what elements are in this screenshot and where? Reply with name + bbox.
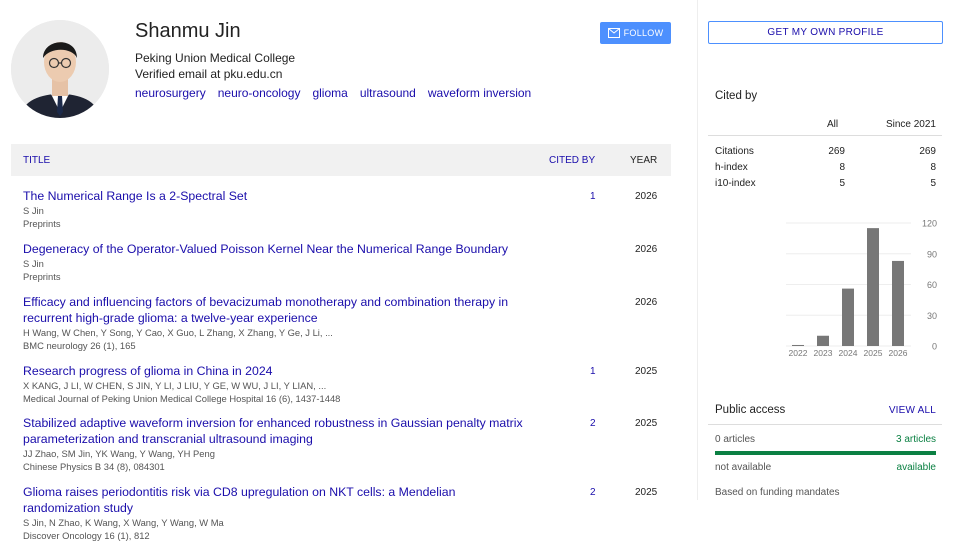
chart-bar-2022[interactable] xyxy=(792,344,804,346)
interest-link[interactable]: glioma xyxy=(312,86,347,100)
article-venue: Medical Journal of Peking Union Medical … xyxy=(23,393,341,404)
follow-button[interactable]: FOLLOW xyxy=(600,22,671,44)
chart-bar-2024[interactable] xyxy=(842,288,854,346)
profile-email: Verified email at pku.edu.cn xyxy=(135,67,283,81)
article-venue: Preprints xyxy=(23,218,61,229)
x-tick-label: 2022 xyxy=(789,348,808,358)
article-authors: S Jin xyxy=(23,258,44,269)
publications-table-header: TITLE CITED BY YEAR xyxy=(11,144,671,176)
interest-link[interactable]: ultrasound xyxy=(360,86,416,100)
article-venue: Preprints xyxy=(23,271,61,282)
interest-link[interactable]: neurosurgery xyxy=(135,86,206,100)
table-row: Stabilized adaptive waveform inversion f… xyxy=(23,415,671,473)
article-venue: Discover Oncology 16 (1), 812 xyxy=(23,530,150,541)
interest-link[interactable]: waveform inversion xyxy=(428,86,531,100)
metric-all: 8 xyxy=(839,162,845,173)
not-available-label: not available xyxy=(715,462,772,473)
article-authors: H Wang, W Chen, Y Song, Y Cao, X Guo, L … xyxy=(23,327,333,338)
public-access-bar xyxy=(715,451,936,455)
available-label: available xyxy=(896,462,936,473)
sort-by-year[interactable]: YEAR xyxy=(630,155,657,166)
cited-count[interactable]: 1 xyxy=(590,191,596,202)
chart-bar-2025[interactable] xyxy=(867,228,879,346)
metric-label: Citations xyxy=(715,146,754,157)
table-row: Efficacy and influencing factors of beva… xyxy=(23,294,671,352)
x-tick-label: 2026 xyxy=(889,348,908,358)
metric-row: h-index 8 8 xyxy=(708,162,942,178)
article-title[interactable]: Efficacy and influencing factors of beva… xyxy=(23,294,523,326)
citations-bar-chart: 120 90 60 30 0 2022 2023 2024 2025 2026 xyxy=(786,219,937,358)
article-year: 2025 xyxy=(635,418,658,429)
y-tick-label: 90 xyxy=(927,249,937,259)
col-since: Since 2021 xyxy=(885,119,936,130)
research-interests: neurosurgery neuro-oncology glioma ultra… xyxy=(135,86,531,100)
sort-by-cited[interactable]: CITED BY xyxy=(549,155,595,166)
article-year: 2025 xyxy=(635,487,658,498)
article-title[interactable]: Stabilized adaptive waveform inversion f… xyxy=(23,415,538,447)
article-authors: X KANG, J LI, W CHEN, S JIN, Y LI, J LIU… xyxy=(23,380,327,391)
follow-label: FOLLOW xyxy=(623,28,664,38)
cited-by-title: Cited by xyxy=(715,90,758,102)
table-row: Degeneracy of the Operator-Valued Poisso… xyxy=(23,241,671,283)
article-year: 2026 xyxy=(635,297,658,308)
cited-count[interactable]: 1 xyxy=(590,366,596,377)
not-available-count[interactable]: 0 articles xyxy=(715,434,755,445)
article-year: 2025 xyxy=(635,366,658,377)
profile-affiliation: Peking Union Medical College xyxy=(135,51,296,65)
y-tick-label: 60 xyxy=(927,280,937,290)
metric-since: 8 xyxy=(930,162,936,173)
table-row: Glioma raises periodontitis risk via CD8… xyxy=(23,484,671,542)
public-access-divider xyxy=(708,424,942,425)
funding-mandates-note: Based on funding mandates xyxy=(715,487,840,498)
public-access-title: Public access xyxy=(715,404,786,416)
cited-by-header: All Since 2021 xyxy=(708,112,942,136)
cited-count[interactable]: 2 xyxy=(590,487,596,498)
available-count[interactable]: 3 articles xyxy=(896,434,936,445)
article-authors: JJ Zhao, SM Jin, YK Wang, Y Wang, YH Pen… xyxy=(23,448,215,459)
cited-count[interactable]: 2 xyxy=(590,418,596,429)
article-venue: BMC neurology 26 (1), 165 xyxy=(23,340,136,351)
article-title[interactable]: Degeneracy of the Operator-Valued Poisso… xyxy=(23,241,583,257)
x-tick-label: 2023 xyxy=(814,348,833,358)
chart-bar-2023[interactable] xyxy=(817,335,829,346)
x-tick-label: 2024 xyxy=(839,348,858,358)
metric-row: Citations 269 269 xyxy=(708,146,942,162)
metric-all: 5 xyxy=(839,178,845,189)
sort-by-title[interactable]: TITLE xyxy=(23,155,50,166)
table-row: Research progress of glioma in China in … xyxy=(23,363,671,405)
metric-label: i10-index xyxy=(715,178,756,189)
article-authors: S Jin, N Zhao, K Wang, X Wang, Y Wang, W… xyxy=(23,517,224,528)
y-tick-label: 30 xyxy=(927,311,937,321)
article-year: 2026 xyxy=(635,191,658,202)
article-title[interactable]: Glioma raises periodontitis risk via CD8… xyxy=(23,484,483,516)
sidebar-divider xyxy=(697,0,698,500)
interest-link[interactable]: neuro-oncology xyxy=(218,86,301,100)
article-venue: Chinese Physics B 34 (8), 084301 xyxy=(23,461,165,472)
profile-name: Shanmu Jin xyxy=(135,20,241,42)
col-all: All xyxy=(827,119,839,130)
y-tick-label: 120 xyxy=(922,219,937,229)
article-title[interactable]: Research progress of glioma in China in … xyxy=(23,363,538,379)
article-authors: S Jin xyxy=(23,205,44,216)
chart-bar-2026[interactable] xyxy=(892,260,904,346)
get-own-profile-button[interactable]: GET MY OWN PROFILE xyxy=(708,21,943,44)
table-row: The Numerical Range Is a 2-Spectral Set … xyxy=(23,188,671,230)
metric-label: h-index xyxy=(715,162,748,173)
article-year: 2026 xyxy=(635,244,658,255)
mail-icon xyxy=(607,28,620,38)
metric-since: 269 xyxy=(919,146,936,157)
x-tick-label: 2025 xyxy=(864,348,883,358)
profile-avatar xyxy=(11,20,109,118)
metric-all: 269 xyxy=(828,146,845,157)
article-title[interactable]: The Numerical Range Is a 2-Spectral Set xyxy=(23,188,538,204)
y-tick-label: 0 xyxy=(932,342,937,352)
view-all-link[interactable]: VIEW ALL xyxy=(889,405,936,416)
metric-since: 5 xyxy=(930,178,936,189)
metric-row: i10-index 5 5 xyxy=(708,178,942,194)
